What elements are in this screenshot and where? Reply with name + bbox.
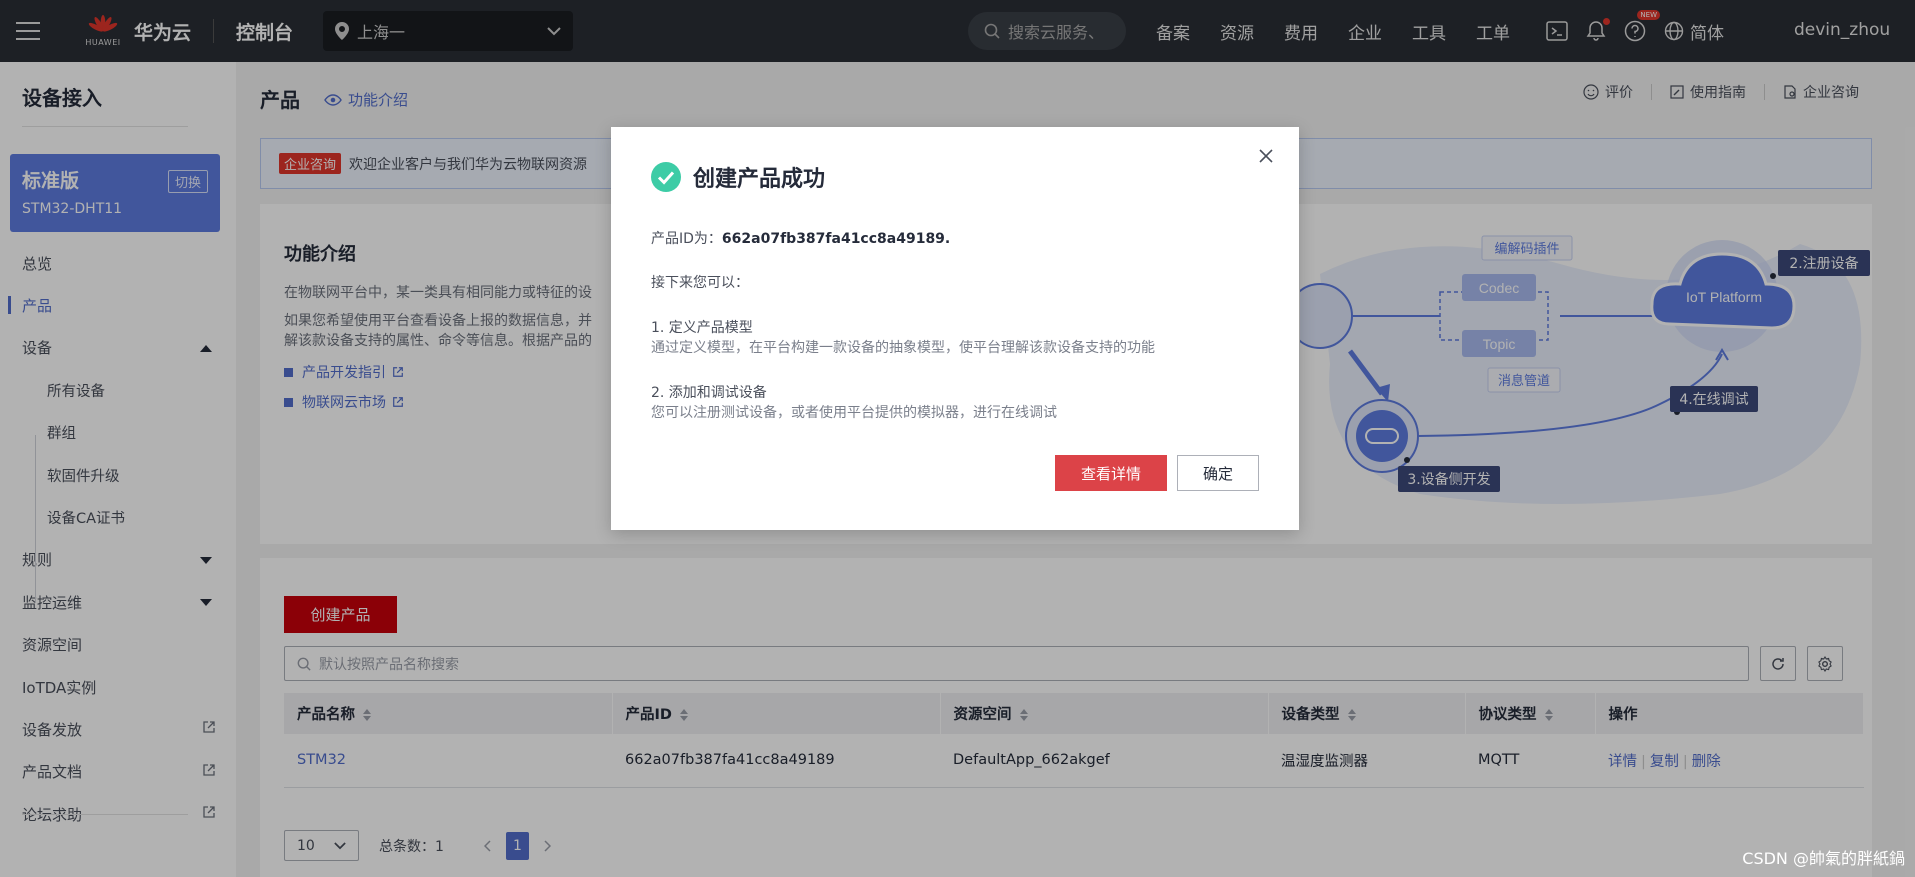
step2-title: 2. 添加和调试设备 — [651, 385, 767, 401]
product-id-line: 产品ID为：662a07fb387fa41cc8a49189. — [651, 228, 950, 248]
watermark: CSDN @帥氣的胖紙鍋 — [1742, 849, 1905, 868]
step1-desc: 通过定义模型，在平台构建一款设备的抽象模型，使平台理解该款设备支持的功能 — [651, 340, 1155, 356]
step2-desc: 您可以注册测试设备，或者使用平台提供的模拟器，进行在线调试 — [651, 405, 1057, 421]
product-id-label: 产品ID为： — [651, 231, 722, 247]
close-icon[interactable] — [1259, 149, 1273, 163]
product-id-value: 662a07fb387fa41cc8a49189. — [721, 231, 951, 247]
view-details-button[interactable]: 查看详情 — [1055, 455, 1167, 491]
next-steps-heading: 接下来您可以： — [651, 275, 749, 291]
success-check-icon — [651, 162, 681, 192]
step1-title: 1. 定义产品模型 — [651, 320, 753, 336]
confirm-button[interactable]: 确定 — [1177, 455, 1259, 491]
dialog-header: 创建产品成功 — [651, 161, 825, 193]
dialog-title: 创建产品成功 — [693, 167, 826, 192]
create-success-dialog: 创建产品成功 产品ID为：662a07fb387fa41cc8a49189. 接… — [611, 127, 1299, 530]
